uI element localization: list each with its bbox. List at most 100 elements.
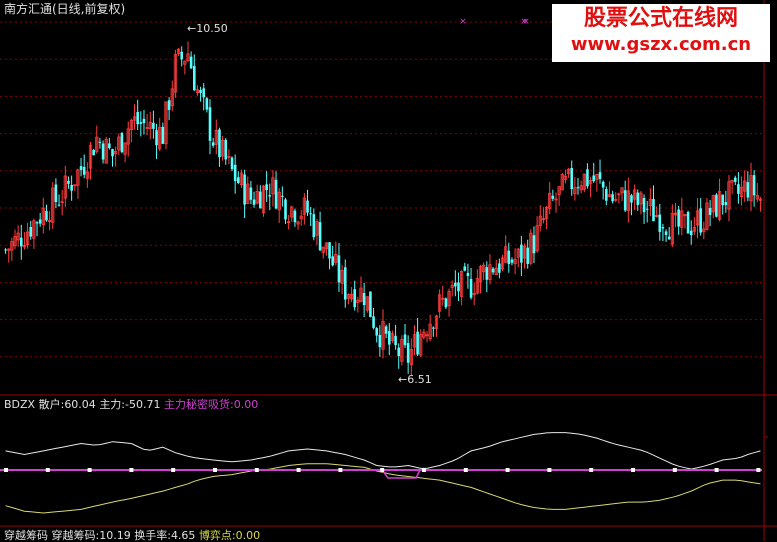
candle-body-down: [120, 133, 124, 153]
low-price-label: ←6.51: [398, 373, 432, 386]
candle-body-down: [642, 197, 646, 213]
candle-body-down: [318, 222, 322, 251]
game-label: 博弈点:: [198, 529, 236, 542]
candle-body-down: [532, 235, 536, 254]
candle-body-down: [406, 343, 410, 363]
candle-body-down: [205, 98, 209, 110]
indicator-name: BDZX: [4, 398, 36, 411]
candle-body-down: [331, 256, 334, 266]
candle-body-down: [337, 255, 341, 283]
candle-body-down: [576, 187, 580, 189]
candle-body-down: [202, 88, 206, 98]
bottom-item1: 穿越筹码: [4, 529, 48, 542]
candle-body-down: [268, 195, 272, 197]
candle-body-down: [79, 166, 83, 170]
secret-buy-marker: [380, 468, 385, 472]
secret-buy-marker: [213, 468, 217, 472]
candle-body-down: [98, 141, 102, 143]
candle-body-down: [586, 169, 589, 187]
candle-body-down: [630, 195, 633, 203]
candle-body-down: [636, 192, 640, 206]
candle-body-down: [45, 210, 48, 221]
candle-body-down: [652, 199, 655, 222]
candle-body-down: [111, 148, 114, 157]
candle-body-down: [142, 118, 146, 124]
candle-body-down: [432, 327, 435, 329]
candle-body-down: [29, 226, 33, 237]
candle-body-down: [463, 266, 467, 271]
candle-body-down: [35, 222, 39, 224]
candle-body-down: [259, 191, 262, 209]
candle-body-down: [715, 194, 718, 217]
zhuli-value: -50.71: [125, 398, 161, 411]
candle-body-down: [661, 227, 665, 229]
candle-body-down: [82, 166, 86, 175]
candle-body-down: [180, 51, 184, 60]
secret-buy-marker: [547, 468, 552, 472]
candle-body-down: [737, 184, 740, 194]
candle-body-down: [108, 143, 111, 149]
candle-body-down: [249, 187, 253, 200]
candle-body-down: [92, 149, 95, 156]
candle-body-down: [243, 174, 246, 205]
candle-body-down: [237, 177, 240, 183]
candle-body-down: [252, 199, 256, 205]
candle-body-down: [19, 237, 23, 247]
candle-body-down: [224, 139, 228, 160]
candle-body-down: [733, 177, 737, 182]
game-value: 0.00: [235, 529, 261, 542]
candle-body-down: [274, 179, 278, 209]
candle-body-down: [54, 184, 58, 202]
secret-buy-marker: [254, 468, 259, 472]
sanhu-line: [5, 432, 761, 470]
candle-body-down: [387, 331, 391, 345]
stock-chart[interactable]: × ××: [0, 0, 777, 541]
candle-body-down: [469, 279, 473, 298]
candle-body-down: [623, 190, 627, 211]
candle-body-down: [293, 210, 297, 223]
secret-buy-marker: [505, 468, 510, 472]
sanhu-label: 散户:: [38, 398, 65, 411]
candle-body-down: [67, 180, 70, 184]
candle-body-down: [208, 107, 212, 141]
watermark-line1: 股票公式在线网: [583, 6, 738, 31]
bottom-item2-value: 10.19: [99, 529, 131, 542]
candle-body-down: [664, 231, 668, 235]
candle-body-down: [510, 259, 514, 263]
candle-body-down: [101, 143, 105, 160]
candle-body-down: [721, 194, 724, 206]
candle-body-down: [658, 214, 662, 232]
watermark-line2: www.gszx.com.cn: [570, 34, 752, 55]
candle-body-down: [491, 268, 495, 273]
secret-buy-marker: [338, 468, 343, 472]
secret-buy-marker: [4, 468, 8, 472]
candle-body-down: [57, 204, 61, 206]
candle-body-down: [394, 335, 397, 346]
candle-body-down: [312, 214, 316, 238]
candle-body-down: [306, 200, 309, 213]
candle-body-down: [592, 175, 596, 182]
candle-body-down: [384, 326, 388, 334]
candle-body-down: [416, 331, 419, 355]
candle-body-down: [752, 175, 756, 196]
candle-body-down: [161, 126, 165, 144]
candle-body-down: [189, 56, 193, 69]
candle-body-down: [343, 267, 347, 300]
secret-buy-marker: [422, 468, 426, 472]
turnover-label: 换手率:: [134, 529, 171, 542]
candle-body-down: [265, 184, 268, 191]
candle-body-down: [724, 202, 728, 206]
bottom-item2-label: 穿越筹码:: [51, 529, 100, 542]
candle-body-down: [551, 195, 555, 199]
candle-body-down: [526, 247, 529, 264]
candle-body-down: [605, 189, 608, 201]
candle-body-down: [466, 272, 470, 277]
high-price-label: ←10.50: [187, 22, 228, 35]
arrow-left-icon: ←: [187, 22, 197, 35]
secret-buy-marker: [296, 468, 301, 472]
candle-body-down: [167, 100, 171, 111]
candle-body-down: [507, 250, 511, 264]
purple-marker: ×: [459, 17, 467, 27]
secret-buy-marker: [714, 468, 719, 472]
candle-body-down: [369, 291, 372, 318]
